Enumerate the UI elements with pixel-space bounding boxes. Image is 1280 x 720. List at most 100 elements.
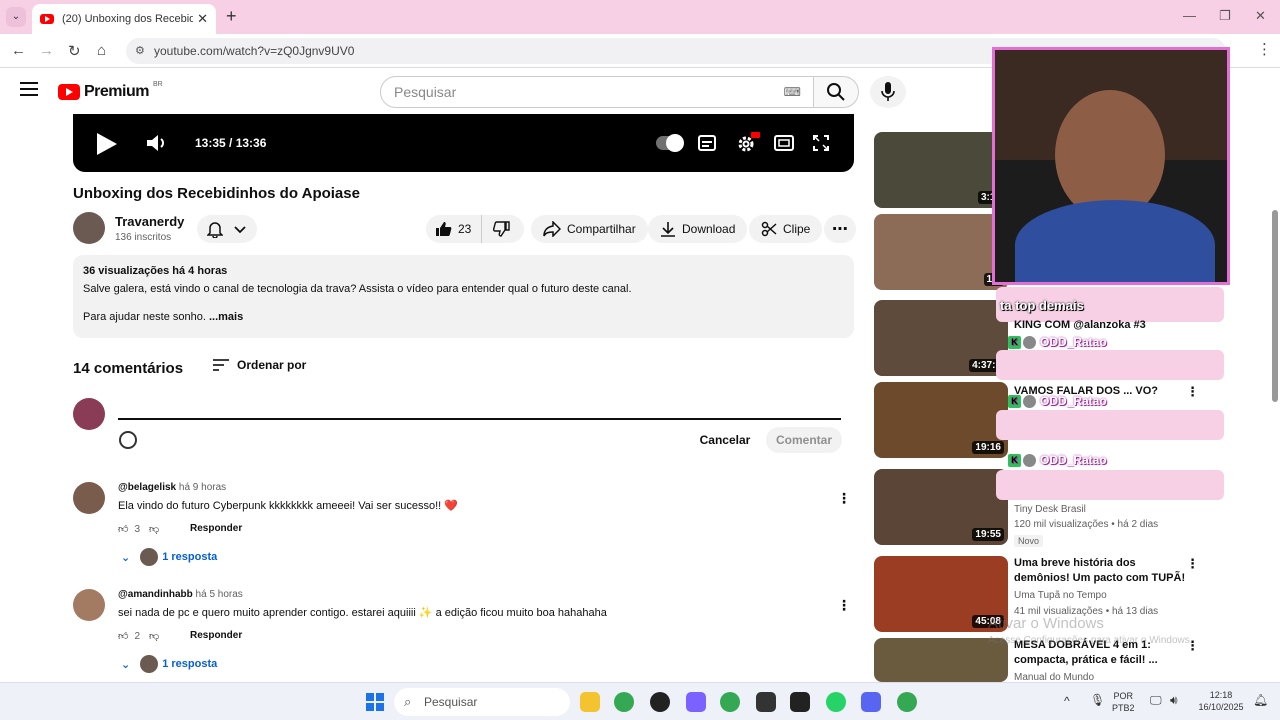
network-icon[interactable]: 🖵︎ bbox=[1150, 694, 1162, 706]
theater-mode-icon[interactable] bbox=[774, 135, 794, 151]
app-icon[interactable] bbox=[686, 692, 706, 712]
subtitles-icon[interactable] bbox=[698, 135, 716, 151]
download-button[interactable]: Download bbox=[648, 215, 748, 243]
comment-like-icon[interactable]: 👍︎ bbox=[118, 523, 128, 535]
share-button[interactable]: Compartilhar bbox=[531, 215, 648, 243]
menu-icon[interactable] bbox=[20, 82, 38, 98]
reply-button[interactable]: Responder bbox=[190, 630, 242, 641]
minimize-icon[interactable]: — bbox=[1183, 8, 1196, 23]
discord-icon[interactable] bbox=[861, 692, 881, 712]
cancel-button[interactable]: Cancelar bbox=[690, 428, 760, 452]
show-more-link[interactable]: ...mais bbox=[209, 311, 243, 323]
replies-toggle[interactable]: ⌄ 1 resposta bbox=[121, 655, 217, 673]
video-menu-icon[interactable]: ⋮ bbox=[1186, 556, 1199, 572]
video-thumbnail[interactable]: 19: bbox=[874, 214, 1008, 290]
notification-icon[interactable]: 🔔︎ bbox=[1253, 694, 1268, 706]
new-tab-icon[interactable]: + bbox=[226, 6, 237, 27]
lang-line1: POR bbox=[1113, 691, 1134, 701]
comment-menu-icon[interactable]: ⋮ bbox=[837, 490, 851, 507]
comment-menu-icon[interactable]: ⋮ bbox=[837, 597, 851, 614]
comment-avatar[interactable] bbox=[73, 589, 105, 621]
obs-icon[interactable] bbox=[650, 692, 670, 712]
chat-user-text: ODD_Ratao bbox=[1040, 453, 1107, 467]
comment-actions: 👍︎ 2 👎︎ bbox=[118, 630, 159, 643]
share-label: Compartilhar bbox=[567, 222, 636, 236]
replies-count: 1 resposta bbox=[162, 551, 218, 563]
kick-badge-icon: K bbox=[1008, 453, 1021, 467]
comment-dislike-icon[interactable]: 👎︎ bbox=[149, 630, 159, 642]
like-button[interactable]: 23 bbox=[426, 215, 482, 243]
search-button[interactable] bbox=[813, 76, 859, 108]
video-thumbnail[interactable]: 3:16 bbox=[874, 132, 1008, 208]
windows-start-icon[interactable] bbox=[366, 693, 384, 711]
play-icon[interactable] bbox=[97, 133, 117, 155]
taskbar-search[interactable]: ⌕ Pesquisar bbox=[394, 688, 570, 716]
video-title[interactable]: KING COM @alanzoka #3 bbox=[1014, 318, 1194, 333]
scrollbar-thumb[interactable] bbox=[1272, 210, 1278, 402]
tab-title: (20) Unboxing dos Recebidinhos d bbox=[62, 13, 194, 25]
comment-input[interactable] bbox=[118, 418, 841, 420]
comment-time: há 5 horas bbox=[195, 589, 243, 600]
microphone-tray-icon[interactable]: 🎙︎ bbox=[1090, 694, 1105, 706]
comment-like-count: 3 bbox=[134, 523, 141, 535]
close-window-icon[interactable]: ✕ bbox=[1255, 8, 1266, 24]
replies-count: 1 resposta bbox=[162, 658, 218, 670]
whatsapp-icon[interactable] bbox=[826, 692, 846, 712]
back-icon[interactable]: ← bbox=[11, 42, 26, 59]
keyboard-icon[interactable]: ⌨ bbox=[784, 77, 801, 107]
video-title[interactable]: Uma breve história dos demônios! Um pact… bbox=[1014, 556, 1194, 586]
page-scrollbar[interactable] bbox=[1270, 70, 1280, 682]
comment-like-icon[interactable]: 👍︎ bbox=[118, 630, 128, 642]
more-actions-button[interactable]: ⋯ bbox=[824, 215, 856, 243]
clock[interactable]: 12:18 16/10/2025 bbox=[1194, 689, 1248, 713]
description-box[interactable]: 36 visualizações há 4 horas Salve galera… bbox=[73, 255, 854, 338]
video-channel[interactable]: Uma Tupã no Tempo bbox=[1014, 590, 1107, 601]
video-channel[interactable]: Tiny Desk Brasil bbox=[1014, 504, 1086, 515]
notification-bell-button[interactable] bbox=[197, 215, 257, 243]
channel-name[interactable]: Travanerdy bbox=[115, 214, 184, 229]
site-info-icon[interactable]: ⚙ bbox=[135, 38, 145, 64]
cmd-icon[interactable] bbox=[790, 692, 810, 712]
restore-icon[interactable]: ❐ bbox=[1219, 8, 1231, 24]
browser-menu-icon[interactable]: ⋮ bbox=[1257, 40, 1272, 58]
comment-dislike-icon[interactable]: 👎︎ bbox=[149, 523, 159, 535]
reply-button[interactable]: Responder bbox=[190, 523, 242, 534]
language-indicator[interactable]: POR PTB2 bbox=[1112, 690, 1135, 714]
channel-avatar[interactable] bbox=[73, 212, 105, 244]
youtube-logo[interactable]: Premium BR bbox=[58, 81, 163, 101]
tray-chevron-icon[interactable]: ^ bbox=[1064, 695, 1070, 707]
chrome-profile-icon[interactable] bbox=[720, 692, 740, 712]
replies-toggle[interactable]: ⌄ 1 resposta bbox=[121, 548, 217, 566]
video-thumbnail[interactable]: 19:55 bbox=[874, 469, 1008, 545]
comment-avatar[interactable] bbox=[73, 482, 105, 514]
home-icon[interactable]: ⌂ bbox=[97, 42, 106, 59]
search-input[interactable]: Pesquisar ⌨ bbox=[380, 76, 814, 108]
new-badge: Novo bbox=[1014, 535, 1044, 547]
sort-button[interactable]: Ordenar por bbox=[212, 358, 306, 372]
chrome-active-icon[interactable] bbox=[897, 692, 917, 712]
clip-button[interactable]: Clipe bbox=[749, 215, 823, 243]
volume-icon[interactable] bbox=[147, 134, 167, 152]
speaker-icon[interactable]: 🔊︎ bbox=[1170, 694, 1178, 706]
file-explorer-icon[interactable] bbox=[580, 692, 600, 712]
autoplay-toggle[interactable] bbox=[656, 134, 684, 152]
dislike-button[interactable] bbox=[482, 215, 516, 243]
terminal-icon[interactable] bbox=[756, 692, 776, 712]
chrome-icon[interactable] bbox=[614, 692, 634, 712]
video-thumbnail[interactable]: 19:16 bbox=[874, 382, 1008, 458]
voice-search-button[interactable] bbox=[870, 76, 906, 108]
forward-icon[interactable]: → bbox=[39, 42, 54, 59]
close-tab-icon[interactable]: ✕ bbox=[197, 11, 208, 27]
fullscreen-icon[interactable] bbox=[813, 135, 829, 151]
comment-author[interactable]: @belagelisk há 9 horas bbox=[118, 482, 226, 493]
browser-tab-active[interactable]: (20) Unboxing dos Recebidinhos d ✕ bbox=[32, 4, 216, 34]
reload-icon[interactable]: ↻ bbox=[68, 42, 81, 60]
user-badge-icon bbox=[1023, 453, 1036, 467]
video-menu-icon[interactable]: ⋮ bbox=[1186, 384, 1199, 400]
comment-author[interactable]: @amandinhabb há 5 horas bbox=[118, 589, 243, 600]
video-thumbnail[interactable]: 4:37:1 bbox=[874, 300, 1008, 376]
emoji-icon[interactable] bbox=[119, 431, 137, 449]
tab-search-icon[interactable]: ⌄ bbox=[6, 7, 26, 27]
comment-submit-button[interactable]: Comentar bbox=[766, 427, 842, 453]
video-player[interactable]: 13:35 / 13:36 bbox=[73, 114, 854, 172]
